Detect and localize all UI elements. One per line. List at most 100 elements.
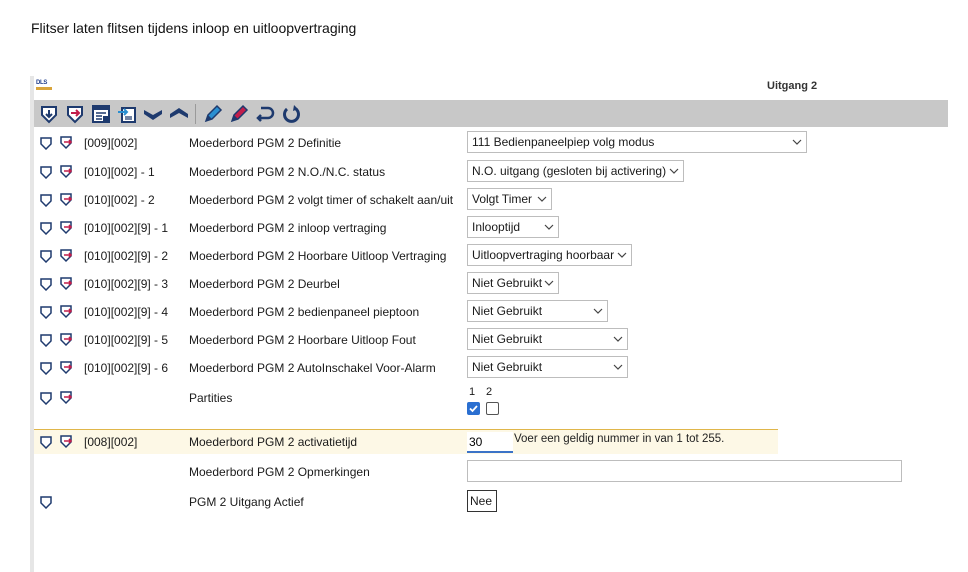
row-label: Moederbord PGM 2 bedienpaneel pieptoon [189,305,420,319]
row-label: Moederbord PGM 2 inloop vertraging [189,221,387,235]
shield-arrow-icon[interactable] [60,277,74,291]
shield-arrow-icon[interactable] [60,305,74,319]
upload-icon[interactable] [63,102,86,125]
transfer-icon[interactable] [115,102,138,125]
setting-row: [010][002][9] - 3 Moederbord PGM 2 Deurb… [34,272,934,296]
definitie-select[interactable]: 111 Bedienpaneelpiep volg modus [467,131,807,153]
select-value: Niet Gebruikt [472,276,543,290]
shield-arrow-icon[interactable] [60,165,74,179]
shield-icon[interactable] [40,436,52,449]
toolbar [34,100,948,127]
row-label: Moederbord PGM 2 Hoorbare Uitloop Vertra… [189,249,447,263]
row-code: [010][002] - 2 [84,193,155,207]
shield-arrow-icon[interactable] [60,221,74,235]
refresh-icon[interactable] [279,102,302,125]
chevron-down-icon [669,168,679,174]
edit-pencil-alt-icon[interactable] [227,102,250,125]
voor-alarm-select[interactable]: Niet Gebruikt [467,356,628,378]
partition-number: 1 [469,386,476,398]
select-value: 111 Bedienpaneelpiep volg modus [472,135,655,149]
shield-icon[interactable] [40,194,52,207]
shield-icon[interactable] [40,222,52,235]
uitgang-actief-value: Nee [467,490,497,512]
logo-text: DLS [36,80,48,86]
chevron-down-icon [537,196,547,202]
chevron-down-icon [544,280,554,286]
timer-select[interactable]: Volgt Timer [467,188,552,210]
nonc-status-select[interactable]: N.O. uitgang (gesloten bij activering) [467,160,684,182]
select-value: Inlooptijd [472,220,521,234]
activatietijd-row: [008][002] Moederbord PGM 2 activatietij… [34,429,778,454]
select-value: Volgt Timer [472,192,533,206]
row-label: Moederbord PGM 2 Deurbel [189,277,340,291]
opmerkingen-input[interactable] [467,460,902,482]
chevron-up-icon[interactable] [167,102,190,125]
chevron-down-icon [593,308,603,314]
chevron-down-icon [613,336,623,342]
partition-2-checkbox[interactable] [486,402,499,415]
shield-arrow-icon[interactable] [60,193,74,207]
page-caption: Flitser laten flitsen tijdens inloop en … [31,20,357,36]
select-value: Niet Gebruikt [472,304,543,318]
shield-icon[interactable] [40,334,52,347]
save-table-icon[interactable] [89,102,112,125]
chevron-down-icon [613,364,623,370]
chevron-down-icon[interactable] [141,102,164,125]
row-code: [010][002][9] - 1 [84,221,169,235]
shield-icon[interactable] [40,306,52,319]
partition-1-checkbox[interactable] [467,402,480,415]
setting-row: [010][002][9] - 2 Moederbord PGM 2 Hoorb… [34,244,934,268]
shield-arrow-icon[interactable] [60,333,74,347]
uitloop-fout-select[interactable]: Niet Gebruikt [467,328,628,350]
deurbel-select[interactable]: Niet Gebruikt [467,272,559,294]
shield-arrow-icon[interactable] [60,391,74,405]
row-code: [010][002][9] - 5 [84,333,169,347]
opmerkingen-row: Moederbord PGM 2 Opmerkingen [34,460,934,484]
row-code: [010][002] - 1 [84,165,155,179]
row-label: Moederbord PGM 2 N.O./N.C. status [189,165,386,179]
shield-icon[interactable] [40,392,52,405]
row-label: Moederbord PGM 2 Opmerkingen [189,465,370,479]
uitgang-actief-row: PGM 2 Uitgang Actief Nee [34,490,934,514]
shield-arrow-icon[interactable] [60,361,74,375]
shield-icon[interactable] [40,362,52,375]
shield-arrow-icon[interactable] [60,249,74,263]
partities-row: Partities 12 [34,386,934,418]
row-code: [010][002][9] - 4 [84,305,169,319]
row-label: Moederbord PGM 2 AutoInschakel Voor-Alar… [189,361,436,375]
shield-arrow-icon[interactable] [60,435,74,449]
row-label: PGM 2 Uitgang Actief [189,495,304,509]
pieptoon-select[interactable]: Niet Gebruikt [467,300,608,322]
partition-numbers: 12 [469,386,503,398]
row-label: Moederbord PGM 2 volgt timer of schakelt… [189,193,454,207]
checkmark-icon [469,405,478,413]
download-icon[interactable] [37,102,60,125]
inloop-select[interactable]: Inlooptijd [467,216,559,238]
shield-icon[interactable] [40,250,52,263]
row-code: [010][002][9] - 3 [84,277,169,291]
chevron-down-icon [792,139,802,145]
shield-icon[interactable] [40,137,52,150]
setting-row: [010][002][9] - 5 Moederbord PGM 2 Hoorb… [34,328,934,352]
setting-row: [010][002] - 2 Moederbord PGM 2 volgt ti… [34,188,934,212]
row-code: [009][002] [84,136,138,150]
shield-icon[interactable] [40,166,52,179]
setting-row: [010][002][9] - 6 Moederbord PGM 2 AutoI… [34,356,934,380]
select-value: Niet Gebruikt [472,332,543,346]
setting-row: [010][002][9] - 1 Moederbord PGM 2 inloo… [34,216,934,240]
edit-pencil-icon[interactable] [201,102,224,125]
undo-icon[interactable] [253,102,276,125]
uitloop-select[interactable]: Uitloopvertraging hoorbaar [467,244,632,266]
toolbar-separator [195,103,196,124]
shield-icon[interactable] [40,278,52,291]
logo: DLS [36,80,54,92]
panel-title: Uitgang 2 [767,80,818,92]
row-label: Moederbord PGM 2 Hoorbare Uitloop Fout [189,333,416,347]
row-code: [008][002] [84,435,138,449]
row-label: Moederbord PGM 2 activatietijd [189,435,358,449]
activatietijd-input[interactable] [467,432,513,453]
shield-icon[interactable] [40,496,52,509]
shield-arrow-icon[interactable] [60,136,74,150]
row-label: Moederbord PGM 2 Definitie [189,136,342,150]
select-value: N.O. uitgang (gesloten bij activering) [472,164,667,178]
